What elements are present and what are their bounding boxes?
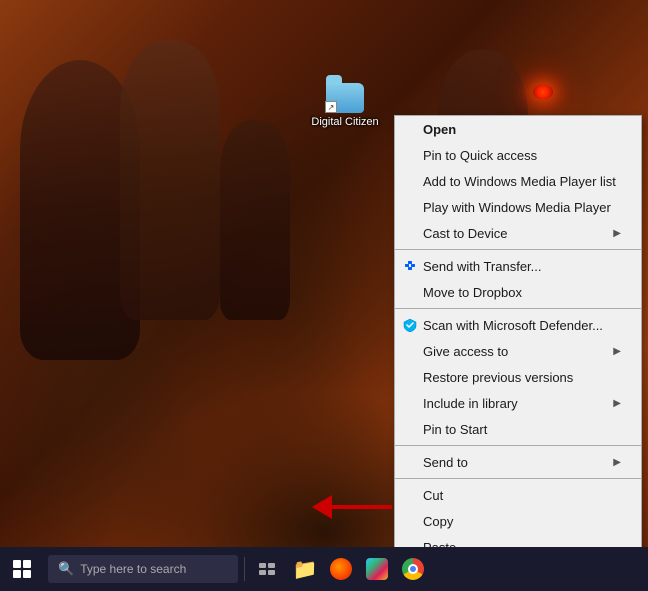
start-button[interactable] xyxy=(0,547,44,591)
menu-item-include-library[interactable]: Include in library ▶ xyxy=(395,390,641,416)
menu-item-add-media-player[interactable]: Add to Windows Media Player list xyxy=(395,168,641,194)
defender-icon xyxy=(400,318,420,332)
menu-item-send-to[interactable]: Send to ▶ xyxy=(395,449,641,475)
taskbar: 🔍 Type here to search 📁 xyxy=(0,547,648,591)
search-placeholder: Type here to search xyxy=(80,562,186,576)
wallpaper-figure-3 xyxy=(220,120,290,320)
desktop: ↗ Digital Citizen Open Pin to Quick acce… xyxy=(0,0,648,591)
file-explorer-icon: 📁 xyxy=(293,557,318,582)
menu-item-restore-versions[interactable]: Restore previous versions xyxy=(395,364,641,390)
menu-item-copy[interactable]: Copy xyxy=(395,508,641,534)
menu-item-move-dropbox[interactable]: Move to Dropbox xyxy=(395,279,641,305)
file-explorer-button[interactable]: 📁 xyxy=(289,553,321,585)
menu-separator-4 xyxy=(395,478,641,479)
task-view-icon xyxy=(257,559,277,579)
menu-separator-2 xyxy=(395,308,641,309)
menu-item-cast-to-device[interactable]: Cast to Device ▶ xyxy=(395,220,641,246)
arrow-head xyxy=(312,495,332,519)
context-menu: Open Pin to Quick access Add to Windows … xyxy=(394,115,642,591)
arrow-line xyxy=(332,505,392,509)
menu-item-give-access[interactable]: Give access to ▶ xyxy=(395,338,641,364)
submenu-arrow-icon-2: ▶ xyxy=(613,346,621,357)
submenu-arrow-icon-3: ▶ xyxy=(613,398,621,409)
menu-item-play-media-player[interactable]: Play with Windows Media Player xyxy=(395,194,641,220)
firefox-button[interactable] xyxy=(325,553,357,585)
menu-item-open[interactable]: Open xyxy=(395,116,641,142)
chrome-button[interactable] xyxy=(397,553,429,585)
robot-eye-glow xyxy=(533,85,553,99)
search-icon: 🔍 xyxy=(58,561,74,577)
task-view-button[interactable] xyxy=(251,553,283,585)
menu-separator-3 xyxy=(395,445,641,446)
submenu-arrow-icon: ▶ xyxy=(613,228,621,239)
search-bar[interactable]: 🔍 Type here to search xyxy=(48,555,238,583)
chrome-icon xyxy=(402,558,424,580)
menu-item-scan-defender[interactable]: Scan with Microsoft Defender... xyxy=(395,312,641,338)
dropbox-icon xyxy=(400,259,420,273)
slack-button[interactable] xyxy=(361,553,393,585)
menu-separator-1 xyxy=(395,249,641,250)
red-arrow-annotation xyxy=(312,495,392,519)
icon-label: Digital Citizen xyxy=(311,116,378,128)
taskbar-pinned-icons: 📁 xyxy=(289,553,429,585)
submenu-arrow-icon-4: ▶ xyxy=(613,457,621,468)
shortcut-arrow-icon: ↗ xyxy=(325,101,337,113)
menu-item-send-transfer[interactable]: Send with Transfer... xyxy=(395,253,641,279)
wallpaper-figure-2 xyxy=(120,40,220,320)
slack-icon xyxy=(366,558,388,580)
menu-item-cut[interactable]: Cut xyxy=(395,482,641,508)
folder-icon: ↗ xyxy=(325,65,365,113)
menu-item-pin-start[interactable]: Pin to Start xyxy=(395,416,641,442)
firefox-icon xyxy=(330,558,352,580)
menu-item-pin-quick-access[interactable]: Pin to Quick access xyxy=(395,142,641,168)
taskbar-divider-1 xyxy=(244,557,245,581)
windows-logo-icon xyxy=(13,560,31,578)
desktop-icon-digital-citizen[interactable]: ↗ Digital Citizen xyxy=(310,65,380,128)
